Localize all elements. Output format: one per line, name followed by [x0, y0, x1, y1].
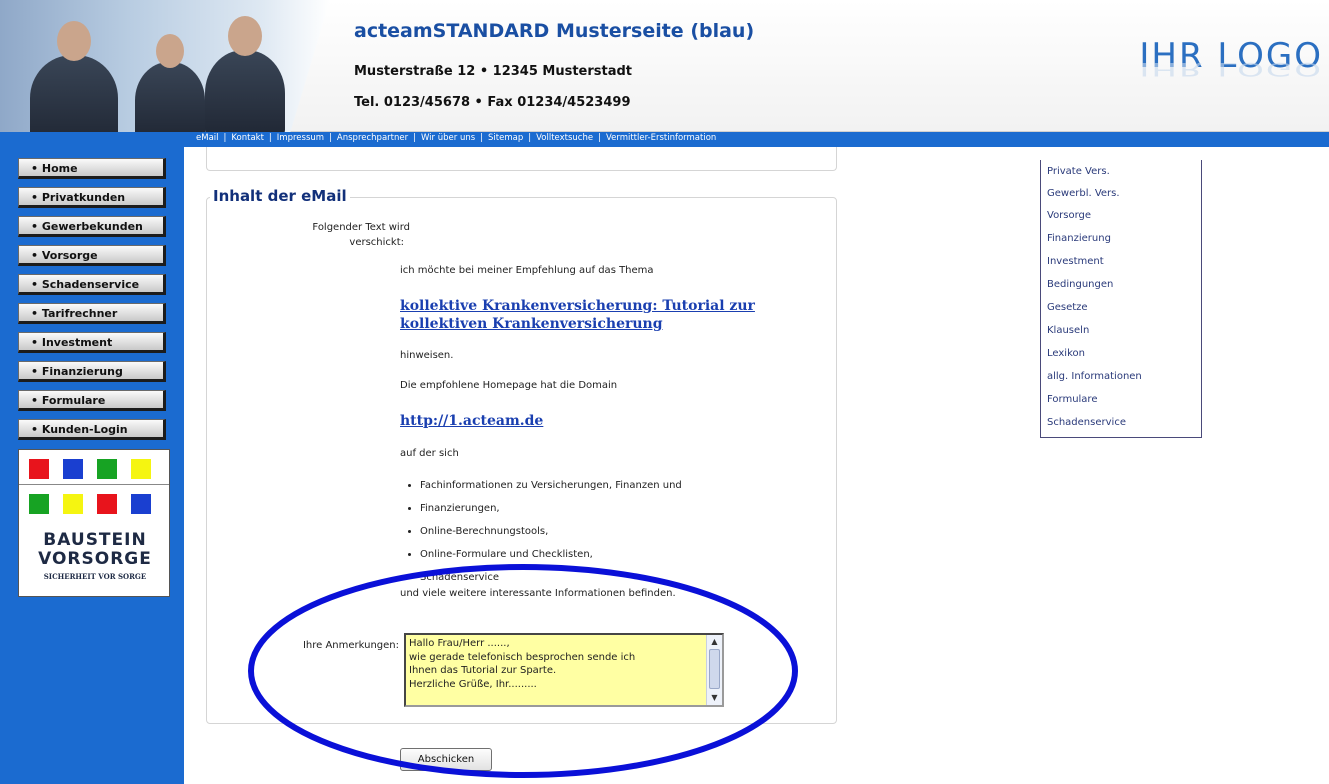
closing-text: und viele weitere interessante Informati… [400, 588, 676, 599]
color-square [63, 494, 83, 514]
person-figure [135, 34, 205, 132]
scroll-thumb[interactable] [709, 649, 720, 689]
right-menu-item[interactable]: Klauseln [1047, 325, 1089, 336]
nav-separator: | [598, 133, 601, 143]
baustein-vorsorge-banner[interactable]: BAUSTEIN VORSORGE SICHERHEIT VOR SORGE [18, 449, 170, 597]
right-menu: Private Vers. Gewerbl. Vers. Vorsorge Fi… [1040, 160, 1202, 438]
right-menu-item[interactable]: Vorsorge [1047, 210, 1091, 221]
top-nav: eMail | Kontakt | Impressum | Ansprechpartner |… [0, 132, 1329, 147]
site-title: acteamSTANDARD Musterseite (blau) [354, 20, 755, 42]
banner-line-1: BAUSTEIN [43, 530, 147, 550]
remarks-label: Ihre Anmerkungen: [302, 640, 399, 651]
list-item: Online-Berechnungstools, [420, 526, 682, 549]
submit-button[interactable]: Abschicken [400, 748, 492, 771]
color-square [97, 494, 117, 514]
color-square [63, 459, 83, 479]
top-nav-link[interactable]: Volltextsuche [536, 133, 593, 143]
topic-link-line-1[interactable]: kollektive Krankenversicherung: Tutorial… [400, 298, 755, 314]
person-figure [205, 16, 285, 132]
domain-link[interactable]: http://1.acteam.de [400, 413, 543, 429]
right-menu-item[interactable]: Bedingungen [1047, 279, 1113, 290]
color-square [131, 459, 151, 479]
top-nav-link[interactable]: Kontakt [231, 133, 264, 143]
color-square [29, 459, 49, 479]
sidebar-item-schadenservice[interactable]: • Schadenservice [18, 274, 166, 295]
list-item: Online-Formulare und Checklisten, [420, 549, 682, 572]
phone-line: Tel. 0123/45678 • Fax 01234/4523499 [354, 95, 631, 110]
top-nav-link[interactable]: Wir über uns [421, 133, 475, 143]
banner-slogan: SICHERHEIT VOR SORGE [43, 572, 147, 581]
right-menu-item[interactable]: Finanzierung [1047, 233, 1111, 244]
nav-separator: | [223, 133, 227, 143]
nav-separator: | [329, 133, 332, 143]
right-menu-item[interactable]: Investment [1047, 256, 1104, 267]
header: acteamSTANDARD Musterseite (blau) Muster… [0, 0, 1329, 132]
banner-divider [19, 484, 169, 485]
sidebar-item-investment[interactable]: • Investment [18, 332, 166, 353]
sidebar-item-kunden-login[interactable]: • Kunden-Login [18, 419, 166, 440]
color-square [97, 459, 117, 479]
top-nav-links: eMail | Kontakt | Impressum | Ansprechpartner |… [196, 133, 716, 143]
hinweisen-text: hinweisen. [400, 350, 454, 361]
left-sidebar: • Home • Privatkunden • Gewerbekunden • … [0, 147, 184, 784]
color-square [29, 494, 49, 514]
address-line: Musterstraße 12 • 12345 Musterstadt [354, 64, 633, 79]
text-label-line-2: verschickt: [349, 237, 404, 248]
nav-separator: | [268, 133, 272, 143]
sidebar-item-finanzierung[interactable]: • Finanzierung [18, 361, 166, 382]
top-nav-link[interactable]: Impressum [277, 133, 324, 143]
right-menu-item[interactable]: Lexikon [1047, 348, 1085, 359]
person-figure [30, 21, 118, 132]
right-menu-item[interactable]: Private Vers. [1047, 166, 1110, 177]
right-menu-item[interactable]: allg. Informationen [1047, 371, 1142, 382]
top-nav-link[interactable]: Sitemap [488, 133, 523, 143]
top-nav-link[interactable]: eMail [196, 133, 219, 143]
sidebar-item-privatkunden[interactable]: • Privatkunden [18, 187, 166, 208]
remarks-textarea[interactable]: Hallo Frau/Herr ......, wie gerade telef… [404, 633, 724, 707]
nav-separator: | [528, 133, 532, 143]
logo-reflection: IHR LOGO [1139, 58, 1323, 80]
scroll-down-icon[interactable]: ▼ [707, 691, 722, 704]
sidebar-item-formulare[interactable]: • Formulare [18, 390, 166, 411]
sidebar-item-gewerbekunden[interactable]: • Gewerbekunden [18, 216, 166, 237]
right-menu-item[interactable]: Schadenservice [1047, 417, 1126, 428]
right-menu-item[interactable]: Gesetze [1047, 302, 1088, 313]
banner-line-2: VORSORGE [38, 549, 152, 569]
scroll-up-icon[interactable]: ▲ [707, 635, 722, 648]
top-nav-link[interactable]: Vermittler-Erstinformation [606, 133, 716, 143]
remarks-scrollbar[interactable]: ▲ ▼ [706, 635, 722, 705]
list-item: Finanzierungen, [420, 503, 682, 526]
panel-heading: Inhalt der eMail [210, 187, 350, 205]
top-nav-link[interactable]: Ansprechpartner [337, 133, 408, 143]
sidebar-item-home[interactable]: • Home [18, 158, 166, 179]
nav-separator: | [480, 133, 484, 143]
right-menu-item[interactable]: Gewerbl. Vers. [1047, 188, 1120, 199]
feature-list: Fachinformationen zu Versicherungen, Fin… [420, 480, 682, 595]
right-menu-item[interactable]: Formulare [1047, 394, 1097, 405]
nav-separator: | [413, 133, 416, 143]
list-item: Fachinformationen zu Versicherungen, Fin… [420, 480, 682, 503]
sidebar-item-tarifrechner[interactable]: • Tarifrechner [18, 303, 166, 324]
sidebar-item-vorsorge[interactable]: • Vorsorge [18, 245, 166, 266]
text-label-line-1: Folgender Text wird [312, 222, 410, 233]
domain-intro-text: Die empfohlene Homepage hat die Domain [400, 380, 618, 391]
top-panel-frame [206, 147, 837, 171]
intro-text: ich möchte bei meiner Empfehlung auf das… [400, 265, 654, 276]
color-square [131, 494, 151, 514]
auf-der-sich-text: auf der sich [400, 448, 459, 459]
header-photo [0, 0, 330, 132]
topic-link-line-2[interactable]: kollektiven Krankenversicherung [400, 316, 663, 332]
